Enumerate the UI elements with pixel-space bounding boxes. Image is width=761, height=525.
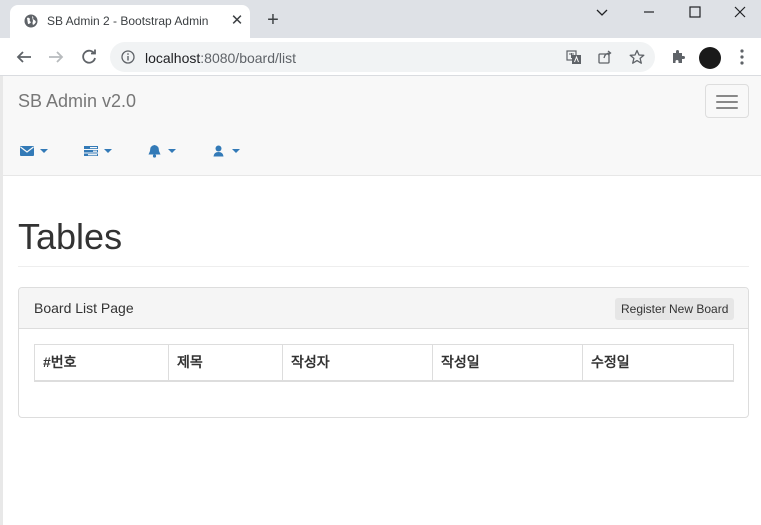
translate-icon[interactable]	[566, 49, 582, 65]
browser-tab[interactable]: SB Admin 2 - Bootstrap Admin ✕	[10, 5, 250, 38]
alerts-dropdown[interactable]	[148, 143, 178, 159]
panel-heading: Board List Page Register New Board	[19, 288, 748, 329]
column-header-updatedate[interactable]: 수정일	[583, 345, 733, 380]
envelope-icon	[20, 146, 34, 156]
share-icon[interactable]	[597, 49, 613, 65]
column-header-regdate[interactable]: 작성일	[433, 345, 583, 380]
user-dropdown[interactable]	[213, 143, 243, 159]
column-header-number[interactable]: #번호	[35, 345, 169, 380]
page-header: Tables	[18, 215, 749, 267]
url-path: :8080/board/list	[200, 50, 296, 66]
page-content: SB Admin v2.0 Tables Board List Page Reg…	[0, 76, 761, 525]
close-window-icon[interactable]	[725, 2, 755, 22]
url-host: localhost	[145, 50, 201, 66]
user-icon	[213, 145, 224, 157]
close-tab-icon[interactable]: ✕	[229, 13, 245, 29]
caret-down-icon	[104, 149, 112, 153]
caret-down-icon	[40, 149, 48, 153]
column-header-writer[interactable]: 작성자	[283, 345, 433, 380]
browser-tab-strip: SB Admin 2 - Bootstrap Admin ✕ +	[0, 0, 761, 38]
maximize-icon[interactable]	[680, 2, 710, 22]
url-text[interactable]: localhost:8080/board/list	[145, 50, 296, 66]
board-list-panel: Board List Page Register New Board #번호 제…	[18, 287, 749, 418]
tasks-icon	[84, 146, 98, 156]
hamburger-bar	[716, 107, 738, 109]
star-bookmark-icon[interactable]	[629, 49, 645, 65]
extensions-puzzle-icon[interactable]	[670, 49, 686, 65]
minimize-icon[interactable]	[634, 2, 664, 22]
profile-avatar[interactable]	[699, 47, 721, 69]
column-header-title[interactable]: 제목	[169, 345, 283, 380]
bell-icon	[148, 145, 161, 158]
register-new-board-button[interactable]: Register New Board	[615, 298, 735, 320]
caret-down-icon	[168, 149, 176, 153]
back-arrow-icon[interactable]	[14, 47, 34, 67]
caret-down-icon	[232, 149, 240, 153]
forward-arrow-icon[interactable]	[46, 47, 66, 67]
new-tab-icon[interactable]: +	[263, 10, 283, 30]
messages-dropdown[interactable]	[20, 143, 50, 159]
reload-icon[interactable]	[79, 47, 99, 67]
chevron-down-icon[interactable]	[587, 2, 617, 22]
navbar-toggle-button[interactable]	[705, 84, 749, 118]
board-table: #번호 제목 작성자 작성일 수정일	[34, 344, 734, 382]
address-bar[interactable]: localhost:8080/board/list	[110, 42, 655, 72]
page-title: Tables	[18, 216, 123, 257]
tab-title: SB Admin 2 - Bootstrap Admin	[47, 14, 209, 28]
browser-toolbar: localhost:8080/board/list	[0, 38, 761, 76]
info-icon[interactable]	[121, 50, 135, 64]
navbar-brand[interactable]: SB Admin v2.0	[18, 91, 136, 112]
hamburger-bar	[716, 95, 738, 97]
globe-icon	[24, 14, 38, 28]
more-vert-icon[interactable]	[738, 48, 746, 66]
top-navbar: SB Admin v2.0	[3, 76, 761, 176]
panel-title: Board List Page	[34, 300, 134, 316]
hamburger-bar	[716, 101, 738, 103]
tasks-dropdown[interactable]	[84, 143, 114, 159]
